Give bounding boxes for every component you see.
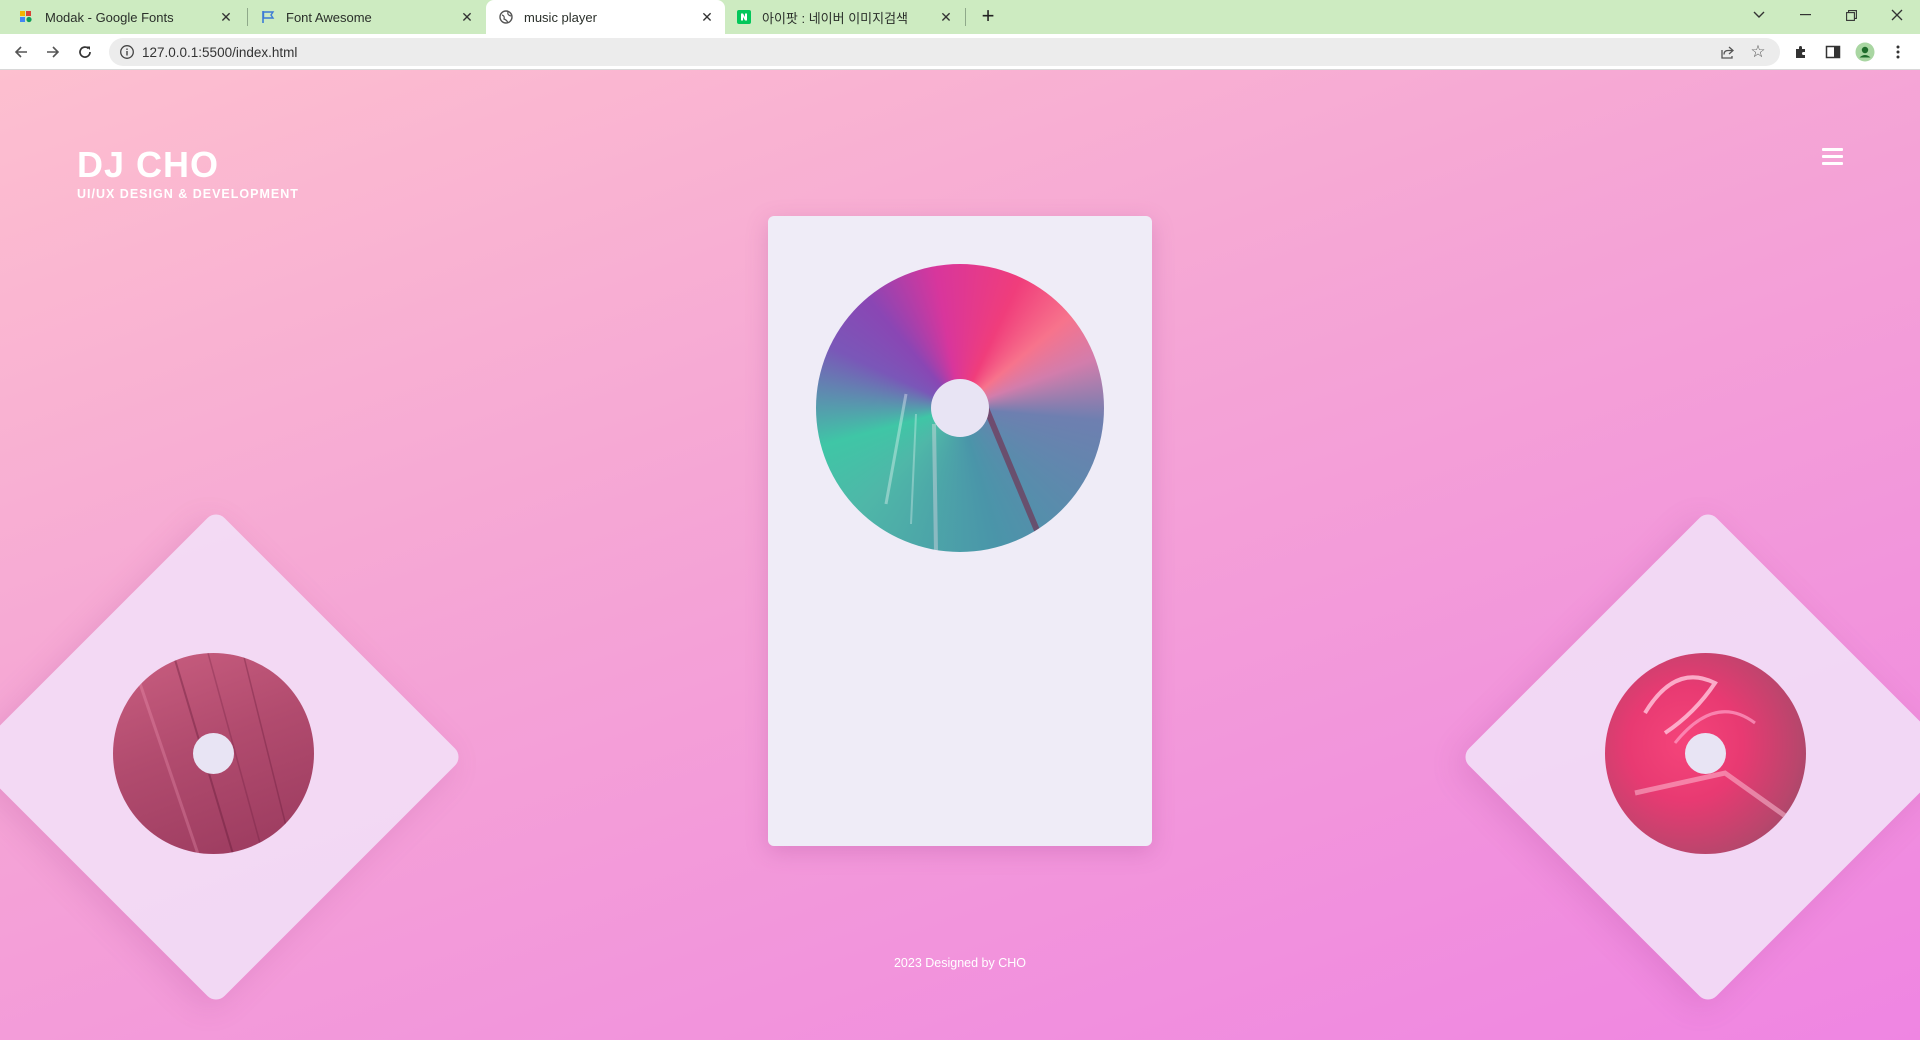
tab-naver-image-search[interactable]: 아이팟 : 네이버 이미지검색 ✕ (726, 0, 964, 34)
brand-tagline: UI/UX DESIGN & DEVELOPMENT (77, 187, 299, 201)
address-bar[interactable]: 127.0.0.1:5500/index.html ☆ (109, 38, 1780, 66)
address-url: 127.0.0.1:5500/index.html (142, 45, 298, 60)
next-album-disc (1605, 653, 1806, 854)
side-panel-icon[interactable] (1823, 42, 1843, 62)
disc-center-hole (1685, 733, 1726, 774)
new-tab-button[interactable]: + (976, 5, 1000, 29)
minimize-button[interactable] (1782, 0, 1828, 30)
tab-search-chevron-icon[interactable] (1736, 0, 1782, 30)
prev-album-disc (113, 653, 314, 854)
tab-close-icon[interactable]: ✕ (218, 9, 234, 25)
tab-close-icon[interactable]: ✕ (699, 9, 715, 25)
footer-credit: 2023 Designed by CHO (893, 956, 1027, 970)
forward-button[interactable] (40, 39, 66, 65)
bookmark-star-icon[interactable]: ☆ (1748, 42, 1768, 62)
tab-modak-google-fonts[interactable]: Modak - Google Fonts ✕ (0, 0, 244, 34)
share-icon[interactable] (1720, 44, 1736, 60)
close-window-button[interactable] (1874, 0, 1920, 30)
page-viewport: DJ CHO UI/UX DESIGN & DEVELOPMENT 2023 D… (0, 70, 1920, 1040)
restore-button[interactable] (1828, 0, 1874, 30)
google-fonts-icon (19, 9, 35, 25)
site-info-icon[interactable] (119, 44, 135, 60)
tab-close-icon[interactable]: ✕ (459, 9, 475, 25)
extensions-puzzle-icon[interactable] (1791, 42, 1811, 62)
tab-title: 아이팟 : 네이버 이미지검색 (762, 10, 909, 26)
player-card (768, 216, 1152, 846)
tab-title: music player (524, 9, 597, 25)
reload-button[interactable] (72, 39, 98, 65)
naver-icon (736, 9, 752, 25)
profile-avatar[interactable] (1855, 42, 1875, 62)
tab-divider (965, 8, 966, 26)
tab-music-player[interactable]: music player ✕ (486, 0, 725, 34)
tab-title: Font Awesome (286, 9, 372, 25)
tab-strip: Modak - Google Fonts ✕ Font Awesome ✕ mu… (0, 0, 1920, 34)
brand-name: DJ CHO (77, 144, 220, 185)
tab-title: Modak - Google Fonts (45, 9, 174, 25)
disc-center-hole (193, 733, 234, 774)
disc-center-hole (931, 379, 989, 437)
tab-close-icon[interactable]: ✕ (938, 9, 954, 25)
browser-menu-icon[interactable] (1888, 42, 1908, 62)
globe-icon (498, 9, 514, 25)
flag-icon (260, 9, 276, 25)
album-art-disc[interactable] (816, 264, 1104, 552)
tab-font-awesome[interactable]: Font Awesome ✕ (250, 0, 485, 34)
browser-toolbar: 127.0.0.1:5500/index.html ☆ (0, 34, 1920, 70)
hamburger-menu-icon[interactable] (1822, 148, 1843, 166)
brand: DJ CHO UI/UX DESIGN & DEVELOPMENT (77, 144, 299, 202)
back-button[interactable] (8, 39, 34, 65)
tab-divider (247, 8, 248, 26)
